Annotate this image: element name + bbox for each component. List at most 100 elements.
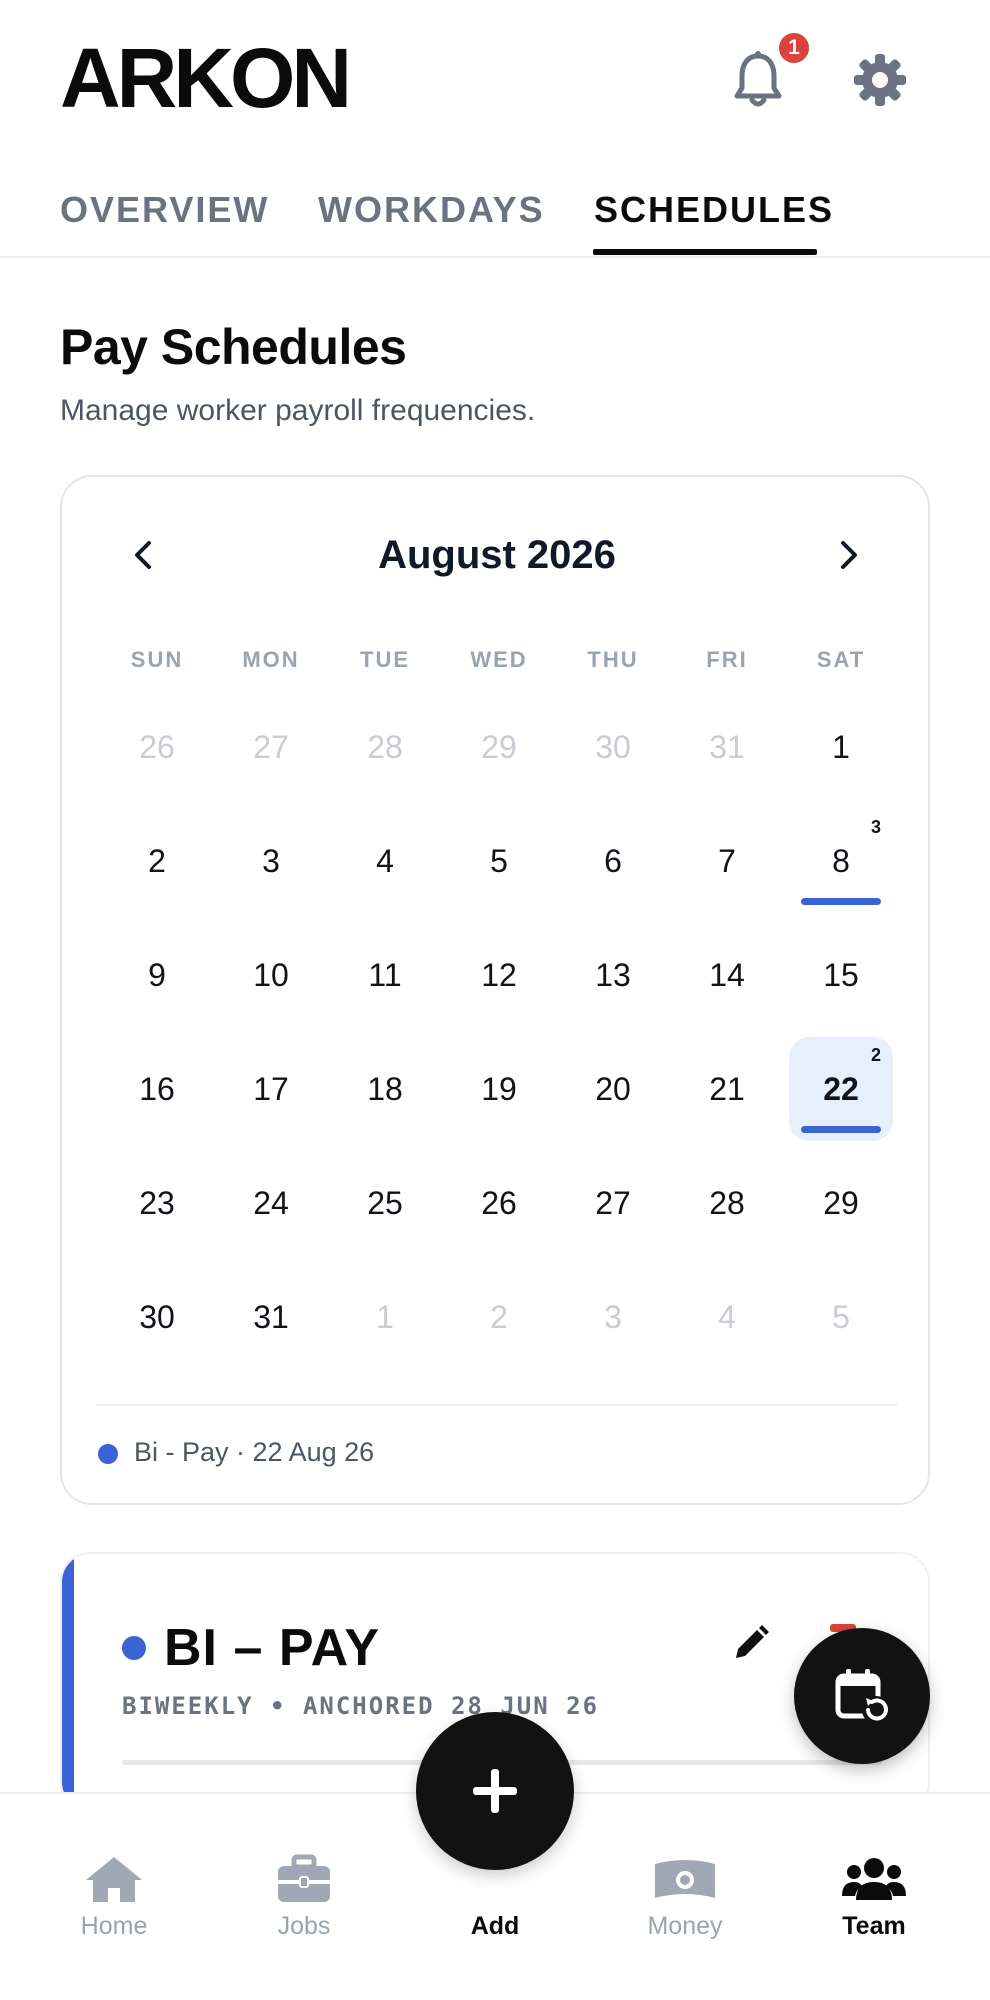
calendar-day-number: 13 [595, 956, 631, 993]
calendar-day-number: 4 [718, 1298, 736, 1335]
calendar-day-number: 27 [253, 728, 289, 765]
calendar-day[interactable]: 26 [105, 695, 209, 799]
calendar-day-event-count: 3 [870, 817, 881, 837]
calendar-day-selected[interactable]: 22 2 [789, 1037, 893, 1141]
calendar-day[interactable]: 6 [561, 809, 665, 913]
calendar-day-event-count: 2 [870, 1045, 881, 1065]
weekday-label: SAT [816, 647, 866, 672]
app-logo: ARKON [60, 31, 352, 125]
calendar-day[interactable]: 12 [447, 923, 551, 1027]
calendar-day-number: 30 [139, 1298, 175, 1335]
calendar-day[interactable]: 28 [333, 695, 437, 799]
calendar-day[interactable]: 25 [333, 1151, 437, 1255]
bell-icon[interactable] [732, 50, 784, 110]
calendar-day[interactable]: 1 [789, 695, 893, 799]
briefcase-icon [278, 1854, 330, 1902]
calendar-day-number: 22 [823, 1070, 859, 1107]
nav-money[interactable]: Money [615, 1854, 755, 1941]
nav-home-label: Home [80, 1912, 148, 1940]
calendar-day-number: 1 [832, 728, 850, 765]
team-icon [842, 1858, 906, 1900]
calendar-day[interactable]: 30 [561, 695, 665, 799]
money-icon [655, 1860, 715, 1898]
calendar-day[interactable]: 31 [675, 695, 779, 799]
calendar-day[interactable]: 31 [219, 1265, 323, 1369]
calendar-day[interactable]: 4 [333, 809, 437, 913]
calendar-day[interactable]: 27 [219, 695, 323, 799]
calendar-day[interactable]: 14 [675, 923, 779, 1027]
calendar-day[interactable]: 3 [561, 1265, 665, 1369]
calendar-day[interactable]: 9 [105, 923, 209, 1027]
calendar-day-number: 24 [253, 1184, 289, 1221]
calendar-day[interactable]: 83 [789, 809, 893, 913]
calendar-day-number: 5 [490, 842, 508, 879]
calendar-day-number: 5 [832, 1298, 850, 1335]
calendar-day-number: 12 [481, 956, 517, 993]
calendar-day[interactable]: 5 [789, 1265, 893, 1369]
calendar-day[interactable]: 18 [333, 1037, 437, 1141]
calendar-day[interactable]: 23 [105, 1151, 209, 1255]
weekday-label: FRI [706, 647, 748, 672]
calendar-day[interactable]: 4 [675, 1265, 779, 1369]
nav-team[interactable]: Team [804, 1854, 944, 1941]
calendar-refresh-icon [835, 1669, 890, 1724]
calendar-day-number: 11 [368, 956, 402, 993]
calendar-day-number: 7 [718, 842, 736, 879]
calendar-day-number: 26 [139, 728, 175, 765]
calendar-day[interactable]: 28 [675, 1151, 779, 1255]
calendar-history-button[interactable] [794, 1628, 930, 1764]
schedule-meta: BIWEEKLY • ANCHORED 28 JUN 26 [122, 1692, 600, 1720]
calendar-day[interactable]: 24 [219, 1151, 323, 1255]
chevron-right-icon[interactable] [828, 535, 868, 575]
tab-schedules[interactable]: SCHEDULES [594, 188, 834, 232]
calendar-day[interactable]: 2 [105, 809, 209, 913]
calendar-day[interactable]: 27 [561, 1151, 665, 1255]
calendar-day[interactable]: 21 [675, 1037, 779, 1141]
calendar-day-number: 10 [253, 956, 289, 993]
add-button[interactable] [416, 1712, 574, 1870]
tab-workdays[interactable]: WORKDAYS [318, 188, 545, 232]
calendar-month-label: August 2026 [378, 533, 616, 577]
gear-icon[interactable] [852, 52, 908, 108]
calendar-day[interactable]: 2 [447, 1265, 551, 1369]
calendar-day-number: 6 [604, 842, 622, 879]
calendar-day[interactable]: 29 [789, 1151, 893, 1255]
tab-overview[interactable]: OVERVIEW [60, 188, 269, 232]
calendar-day[interactable]: 26 [447, 1151, 551, 1255]
calendar-day-number: 27 [595, 1184, 631, 1221]
calendar-day-number: 20 [595, 1070, 631, 1107]
weekday-label: TUE [360, 647, 410, 672]
calendar-divider [96, 1404, 898, 1406]
pencil-icon[interactable] [728, 1622, 772, 1666]
nav-jobs[interactable]: Jobs [234, 1854, 374, 1941]
calendar-day[interactable]: 13 [561, 923, 665, 1027]
calendar-day-number: 18 [367, 1070, 403, 1107]
calendar-day[interactable]: 20 [561, 1037, 665, 1141]
schedule-accent-bar [62, 1554, 74, 1810]
calendar-day[interactable]: 29 [447, 695, 551, 799]
schedule-color-dot [122, 1636, 146, 1660]
calendar-day[interactable]: 3 [219, 809, 323, 913]
calendar-day-number: 30 [595, 728, 631, 765]
legend-dot [98, 1444, 118, 1464]
calendar-day[interactable]: 11 [333, 923, 437, 1027]
calendar-day[interactable]: 16 [105, 1037, 209, 1141]
calendar-day-number: 9 [148, 956, 166, 993]
home-icon [86, 1857, 142, 1902]
nav-add-label: Add [470, 1912, 520, 1940]
calendar-day-number: 3 [604, 1298, 622, 1335]
calendar-day-number: 3 [262, 842, 280, 879]
calendar-day[interactable]: 5 [447, 809, 551, 913]
calendar-day[interactable]: 1 [333, 1265, 437, 1369]
nav-home[interactable]: Home [44, 1854, 184, 1941]
calendar-day[interactable]: 10 [219, 923, 323, 1027]
notification-badge: 1 [776, 30, 812, 66]
calendar-day[interactable]: 7 [675, 809, 779, 913]
plus-icon [473, 1769, 517, 1813]
active-tab-indicator [593, 249, 817, 255]
calendar-day[interactable]: 30 [105, 1265, 209, 1369]
calendar-day[interactable]: 15 [789, 923, 893, 1027]
calendar-day[interactable]: 17 [219, 1037, 323, 1141]
calendar-day[interactable]: 19 [447, 1037, 551, 1141]
calendar-card: August 2026 SUN MON TUE WED THU FRI SAT 26 27 28… [60, 475, 930, 1505]
